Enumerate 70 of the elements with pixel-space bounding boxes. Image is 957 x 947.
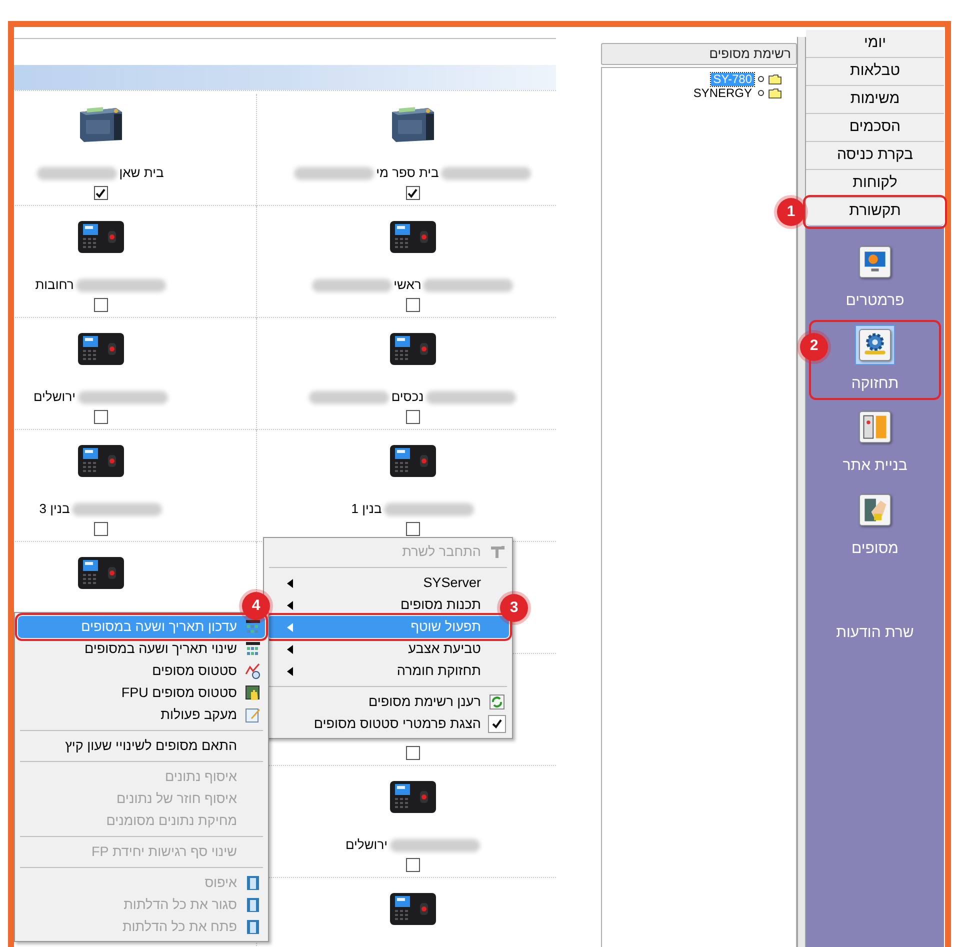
terminal-name: בנין 1 bbox=[351, 500, 382, 518]
sidebar-tab[interactable]: יומי bbox=[806, 30, 944, 58]
sidebar-tab[interactable]: טבלאות bbox=[806, 58, 944, 86]
sidebar-tab[interactable]: תקשורת bbox=[806, 198, 944, 226]
menu-item[interactable]: רענן רשימת מסופים bbox=[267, 691, 509, 713]
terminal-name: ראשי bbox=[394, 276, 422, 294]
sidebar-item[interactable]: מסופים bbox=[812, 488, 938, 562]
folder-icon bbox=[768, 88, 782, 98]
menu-item[interactable]: הצגת פרמטרי סטטוס מסופים bbox=[267, 713, 509, 735]
checkbox[interactable] bbox=[94, 410, 108, 424]
step-number-badge: 4 bbox=[242, 592, 270, 620]
line-chart-icon bbox=[245, 663, 261, 679]
fingerprint-terminal-icon bbox=[76, 331, 126, 367]
fingerprint-terminal-icon bbox=[388, 443, 438, 479]
menu-item[interactable]: סטטוס מסופים bbox=[18, 660, 265, 682]
sidebar-footer-label[interactable]: שרת הודעות bbox=[836, 622, 914, 644]
fingerprint-terminal-icon bbox=[76, 219, 126, 255]
checkbox[interactable] bbox=[406, 298, 420, 312]
menu-item[interactable]: סטטוס מסופים FPU bbox=[18, 682, 265, 704]
checkbox[interactable] bbox=[406, 858, 420, 872]
terminal-name: נכסים bbox=[391, 388, 424, 406]
menu-item[interactable]: התאם מסופים לשינויי שעון קיץ bbox=[18, 735, 265, 757]
hand-keypad-icon bbox=[859, 494, 891, 526]
terminal-name: ירושלים bbox=[346, 836, 388, 854]
sidebar-tab[interactable]: משימות bbox=[806, 86, 944, 114]
hand-keypad-icon bbox=[245, 685, 261, 701]
doorway-icon bbox=[859, 411, 891, 443]
sidebar-item[interactable]: פרמטרים bbox=[812, 240, 938, 314]
checkbox[interactable] bbox=[94, 186, 108, 200]
menu-item[interactable]: מעקב פעולות bbox=[18, 704, 265, 726]
step-number-badge: 2 bbox=[800, 332, 828, 360]
menu-item[interactable]: תחזוקת חומרה bbox=[267, 660, 509, 682]
terminal-name: ירושלים bbox=[34, 388, 76, 406]
tree-item[interactable]: SYNERGY bbox=[691, 86, 754, 100]
calendar-icon bbox=[245, 641, 261, 657]
sidebar-tab[interactable]: בקרת כניסה bbox=[806, 142, 944, 170]
terminal-name: בנין 3 bbox=[39, 500, 70, 518]
sidebar-item[interactable]: בניית אתר bbox=[812, 405, 938, 480]
checkbox[interactable] bbox=[94, 522, 108, 536]
door-icon bbox=[246, 875, 260, 891]
checkbox[interactable] bbox=[406, 522, 420, 536]
checkbox[interactable] bbox=[406, 186, 420, 200]
calendar-icon bbox=[245, 619, 261, 635]
fingerprint-terminal-icon bbox=[388, 891, 438, 927]
menu-item[interactable]: SYServer bbox=[267, 572, 509, 594]
checkbox[interactable] bbox=[94, 298, 108, 312]
terminal-name: בית שאן bbox=[119, 164, 164, 182]
notepad-pencil-icon bbox=[245, 707, 261, 723]
fingerprint-terminal-icon bbox=[388, 779, 438, 815]
terminal-name: בית ספר מי bbox=[376, 164, 439, 182]
checkbox[interactable] bbox=[406, 410, 420, 424]
menu-item[interactable]: טביעת אצבע bbox=[267, 638, 509, 660]
checkbox[interactable] bbox=[406, 746, 420, 760]
folder-icon bbox=[768, 74, 782, 84]
fingerprint-terminal-icon bbox=[388, 331, 438, 367]
gear-wrench-icon bbox=[859, 328, 891, 360]
fingerprint-terminal-icon bbox=[76, 555, 126, 591]
door-icon bbox=[246, 919, 260, 935]
fingerprint-terminal-icon bbox=[388, 219, 438, 255]
sidebar-tab[interactable]: הסכמים bbox=[806, 114, 944, 142]
fingerprint-terminal-icon bbox=[76, 443, 126, 479]
sidebar-tab[interactable]: לקוחות bbox=[806, 170, 944, 198]
panel-title: רשימת מסופים bbox=[601, 43, 797, 65]
step-number-badge: 3 bbox=[500, 594, 528, 622]
menu-item[interactable]: שינוי תאריך ושעה במסופים bbox=[18, 638, 265, 660]
monitor-icon bbox=[859, 246, 891, 278]
splitter-bar[interactable] bbox=[797, 37, 806, 947]
door-icon bbox=[246, 897, 260, 913]
terminal-name: רחובות bbox=[35, 276, 74, 294]
refresh-icon bbox=[489, 694, 505, 710]
